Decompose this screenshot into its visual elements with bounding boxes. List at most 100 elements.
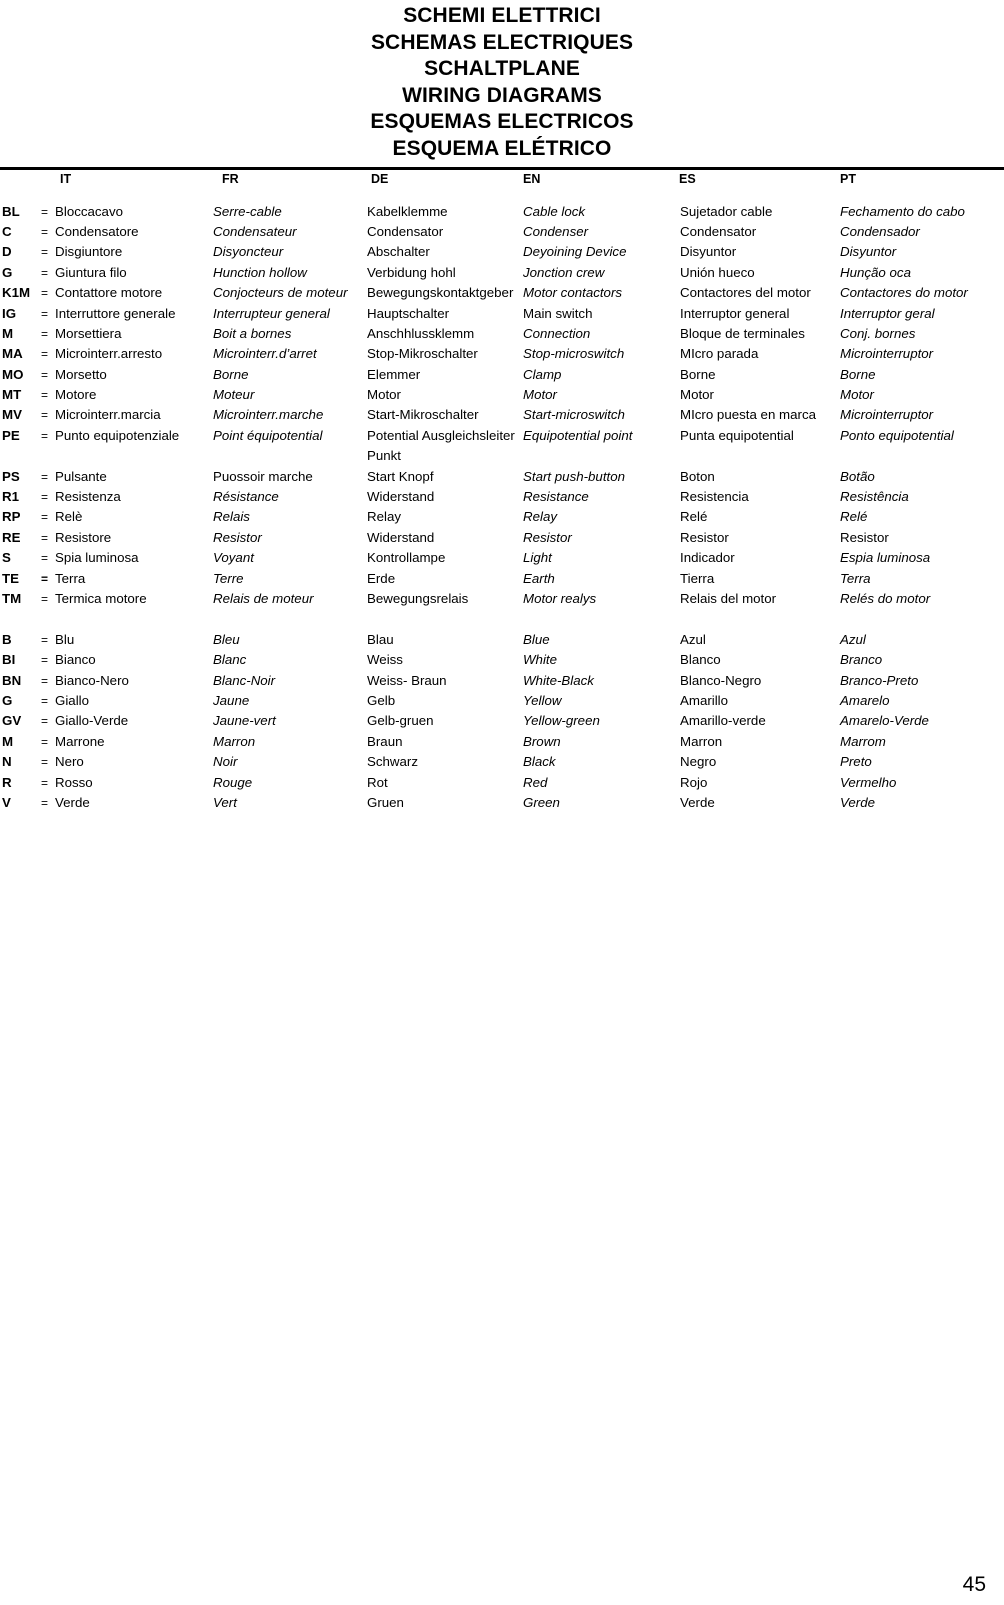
abbreviation-code: R1 [2,489,19,505]
term-de: Verbidung hohl [367,264,456,280]
term-es: Indicador [680,550,735,566]
abbreviation-code: BL [2,203,20,219]
abbreviation-code: GV [2,713,22,729]
term-it: Resistore [55,529,112,545]
abbreviation-code: K1M [2,285,31,301]
term-en: Cable lock [523,203,586,219]
term-en: Start push-button [523,468,626,484]
table-row: IG = Interruttore generale Interrupteur gen… [0,304,1004,324]
term-es: Motor [680,387,714,403]
term-de: Kabelklemme [367,203,448,219]
term-pt: Ponto equipotential [840,427,954,443]
table-row: BL = Bloccacavo Serre-cable Kabelklemme Cable… [0,202,1004,222]
table-row: R1 = Resistenza Résistance Widerstand Resista… [0,487,1004,507]
term-de: Anschhlussklemm [367,325,475,341]
equals-sign: = [41,693,49,708]
equals-sign: = [41,490,49,505]
equals-sign: = [41,795,49,810]
header-divider-rule [0,166,1004,170]
term-it: Giallo-Verde [55,713,129,729]
term-en: Resistor [523,529,572,545]
abbreviation-code: BN [2,672,22,688]
term-de: Widerstand [367,529,435,545]
term-en: Brown [523,733,561,749]
term-es: Condensator [680,223,757,239]
term-de: Stop-Mikroschalter [367,346,478,362]
equals-sign: = [41,367,49,382]
term-de: Widerstand [367,489,435,505]
abbreviation-code: N [2,754,12,770]
equals-sign: = [41,591,49,606]
term-pt: Marrom [840,733,886,749]
term-fr: Disyoncteur [213,244,284,260]
term-es: Tierra [680,570,715,586]
term-pt: Terra [840,570,871,586]
term-pt: Branco-Preto [840,672,919,688]
table-row: RP = Relè Relais Relay Relay Relé Relé [0,507,1004,527]
term-pt: Botão [840,468,875,484]
term-de: Gelb [367,692,396,708]
equals-sign: = [41,428,49,443]
term-es: Amarillo [680,692,729,708]
term-es: Blanco-Negro [680,672,762,688]
term-en: Clamp [523,366,562,382]
term-it: Terra [55,570,86,586]
term-pt: Contactores do motor [840,285,968,301]
term-en: Connection [523,325,591,341]
abbreviation-code: B [2,631,12,647]
table-row: PE = Punto equipotenziale Point équipotenti… [0,426,1004,446]
term-pt: Conj. bornes [840,325,916,341]
term-pt: Resistência [840,489,909,505]
term-it: Nero [55,754,84,770]
term-en: Start-microswitch [523,407,625,423]
term-it: Marrone [55,733,105,749]
table-row: M = Morsettiera Boit a bornes Anschhlussklem… [0,324,1004,344]
term-en: White-Black [523,672,594,688]
term-fr: Puossoir marche [213,468,313,484]
equals-sign: = [41,734,49,749]
equals-sign: = [41,388,49,403]
term-es: Rojo [680,774,708,790]
term-de: Gruen [367,794,404,810]
term-it: Giuntura filo [55,264,127,280]
term-fr: Bleu [213,631,240,647]
term-es: Verde [680,794,715,810]
term-es: Azul [680,631,706,647]
term-fr: Microinterr.marche [213,407,324,423]
title-line: SCHALTPLANE [424,57,580,81]
term-it: Microinterr.marcia [55,407,161,423]
abbreviation-code: MV [2,407,22,423]
term-de: Hauptschalter [367,305,450,321]
abbreviation-code: PE [2,427,20,443]
equals-sign: = [41,551,49,566]
term-es: Interruptor general [680,305,790,321]
table-row: MV = Microinterr.marcia Microinterr.marche S… [0,405,1004,425]
term-it: Motore [55,387,97,403]
term-it: Contattore motore [55,285,163,301]
term-de: Elemmer [367,366,421,382]
equals-sign: = [41,673,49,688]
table-row: B = Blu Bleu Blau Blue Azul Azul [0,630,1004,650]
term-it: Blu [55,631,75,647]
term-pt: Azul [840,631,866,647]
term-pt: Borne [840,366,876,382]
term-fr: Moteur [213,387,255,403]
term-fr: Borne [213,366,249,382]
term-es: Punta equipotential [680,427,794,443]
table-row: RE = Resistore Resistor Widerstand Resistor Re… [0,528,1004,548]
term-de: Condensator [367,223,444,239]
table-row: GV = Giallo-Verde Jaune-vert Gelb-gruen Yello… [0,711,1004,731]
term-en: Red [523,774,548,790]
term-it: Microinterr.arresto [55,346,163,362]
term-fr: Voyant [213,550,254,566]
table-row: BN = Bianco-Nero Blanc-Noir Weiss- Braun Whit… [0,671,1004,691]
table-row: M = Marrone Marron Braun Brown Marron Marrom [0,732,1004,752]
term-en: Motor [523,387,557,403]
term-es: Relais del motor [680,590,777,606]
equals-sign: = [41,408,49,423]
term-it: Bianco-Nero [55,672,129,688]
equals-sign: = [41,469,49,484]
equals-sign: = [41,326,49,341]
term-pt: Fechamento do cabo [840,203,965,219]
table-row: G = Giuntura filo Hunction hollow Verbidung … [0,263,1004,283]
